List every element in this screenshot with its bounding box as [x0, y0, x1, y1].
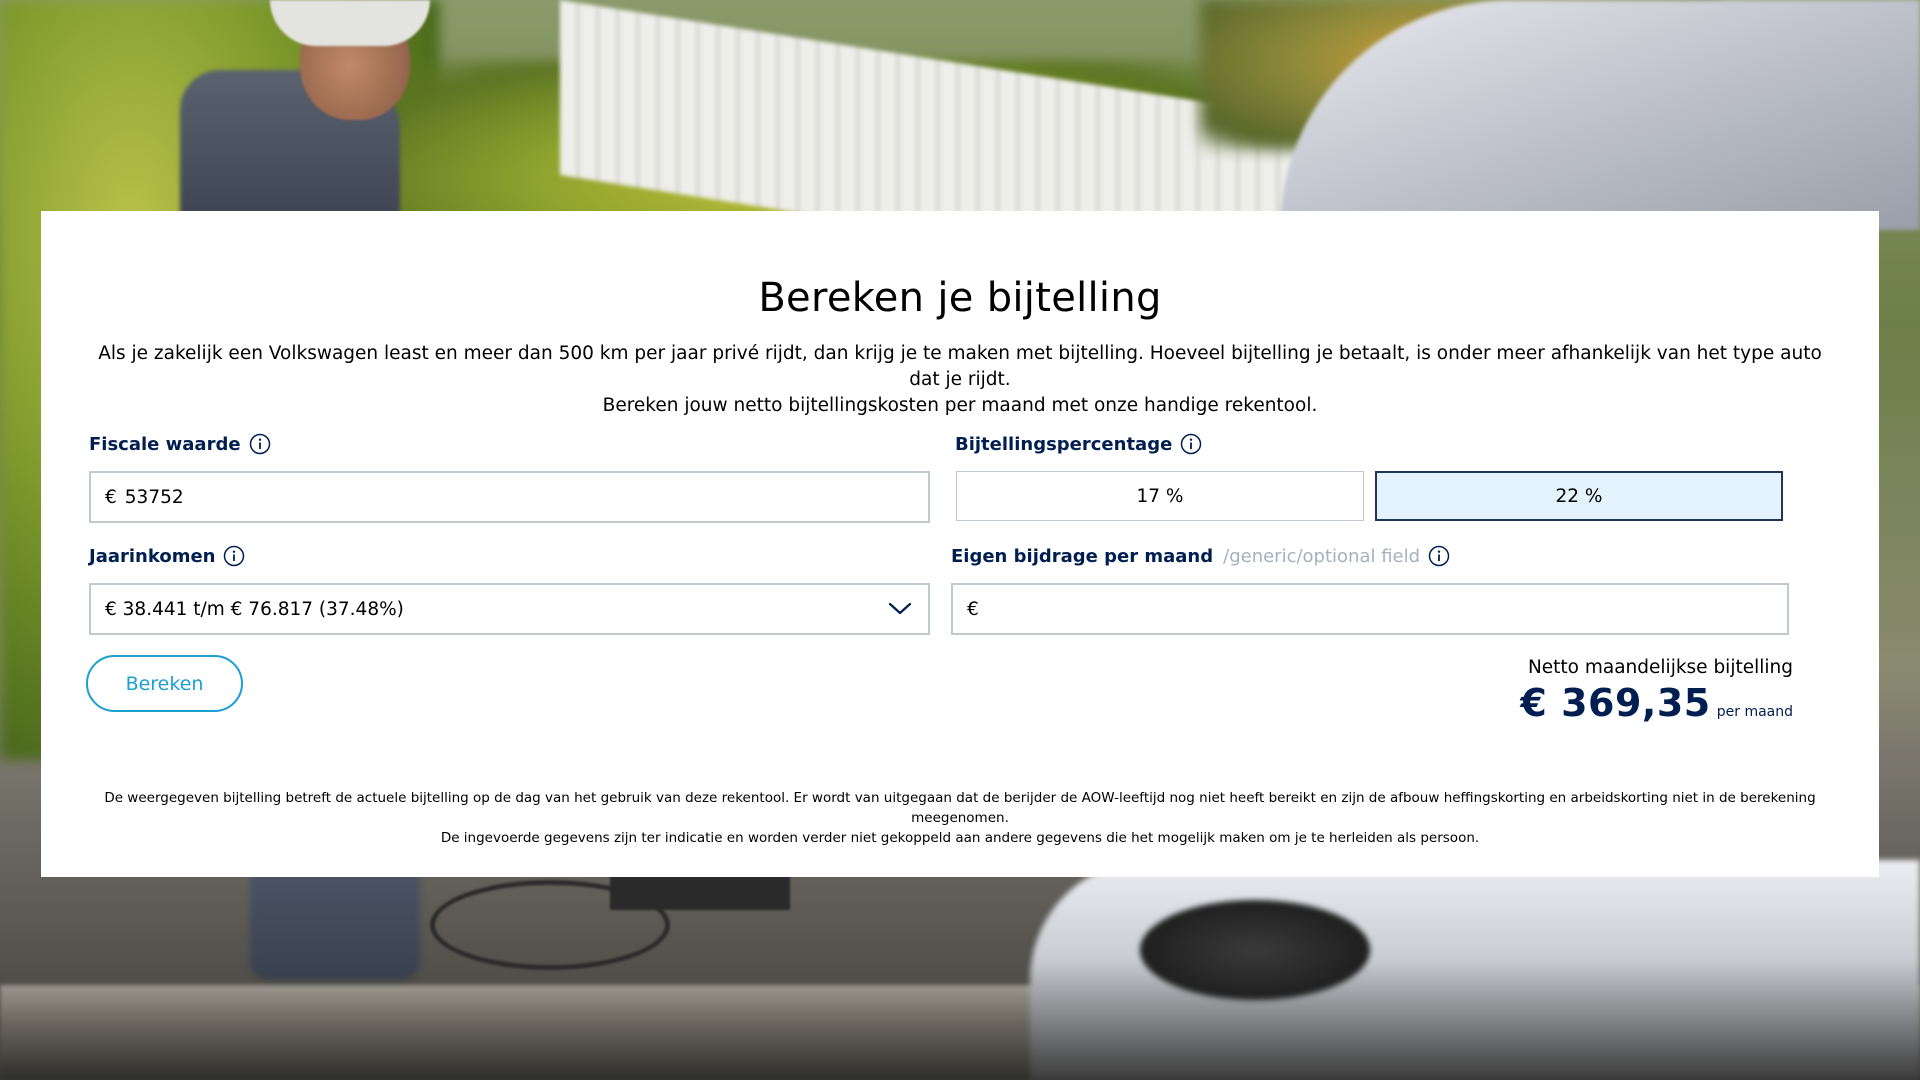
info-icon[interactable]	[249, 433, 271, 455]
currency-prefix: €	[105, 486, 117, 508]
percentage-option-label: 22 %	[1555, 485, 1603, 507]
result-unit: per maand	[1716, 704, 1793, 720]
result-value: € 369,35 per maand	[1520, 681, 1793, 725]
calculator-intro: Als je zakelijk een Volkswagen least en …	[81, 341, 1839, 419]
currency-prefix: €	[967, 598, 979, 620]
disclaimer: De weergegeven bijtelling betreft de act…	[61, 788, 1859, 848]
info-icon[interactable]	[1428, 545, 1450, 567]
annual-income-label: Jaarinkomen	[89, 545, 245, 567]
intro-line-1: Als je zakelijk een Volkswagen least en …	[98, 343, 1822, 390]
result-amount: € 369,35	[1520, 681, 1711, 725]
percentage-option-22[interactable]: 22 %	[1375, 471, 1783, 521]
info-icon[interactable]	[1180, 433, 1202, 455]
percentage-label: Bijtellingspercentage	[955, 433, 1202, 455]
contribution-input[interactable]: €	[951, 583, 1789, 635]
calculate-button[interactable]: Bereken	[86, 655, 243, 712]
bijtelling-calculator-card: Bereken je bijtelling Als je zakelijk ee…	[41, 211, 1879, 877]
disclaimer-line-2: De ingevoerde gegevens zijn ter indicati…	[440, 830, 1480, 846]
calculator-title: Bereken je bijtelling	[758, 275, 1162, 321]
background-car-wheel	[1140, 900, 1370, 1000]
contribution-label: Eigen bijdrage per maand /generic/option…	[951, 545, 1450, 567]
background-person-cap	[270, 0, 430, 46]
contribution-label-text: Eigen bijdrage per maand	[951, 545, 1214, 567]
percentage-option-label: 17 %	[1136, 485, 1184, 507]
info-icon[interactable]	[223, 545, 245, 567]
intro-line-2: Bereken jouw netto bijtellingskosten per…	[602, 395, 1318, 416]
percentage-option-17[interactable]: 17 %	[956, 471, 1364, 521]
annual-income-value: € 38.441 t/m € 76.817 (37.48%)	[105, 598, 404, 620]
fiscal-value-text: 53752	[124, 486, 184, 508]
fiscal-value-label: Fiscale waarde	[89, 433, 271, 455]
percentage-label-text: Bijtellingspercentage	[955, 433, 1173, 455]
annual-income-select[interactable]: € 38.441 t/m € 76.817 (37.48%)	[89, 583, 930, 635]
result-label: Netto maandelijkse bijtelling	[1527, 657, 1793, 678]
annual-income-label-text: Jaarinkomen	[89, 545, 216, 567]
fiscal-value-label-text: Fiscale waarde	[89, 433, 241, 455]
optional-field-hint: /generic/optional field	[1223, 545, 1421, 567]
page: Bereken je bijtelling Als je zakelijk ee…	[0, 0, 1920, 1080]
fiscal-value-input[interactable]: € 53752	[89, 471, 930, 523]
background-person-legs	[250, 860, 420, 980]
disclaimer-line-1: De weergegeven bijtelling betreft de act…	[104, 790, 1816, 826]
chevron-down-icon	[886, 595, 914, 623]
